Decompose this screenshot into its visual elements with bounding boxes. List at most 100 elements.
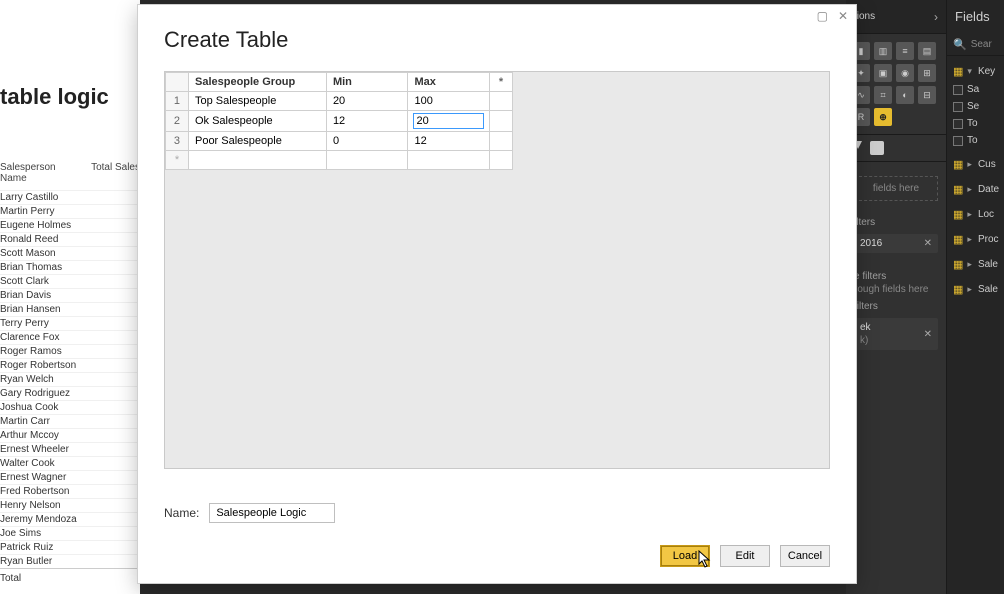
col-header-min[interactable]: Min xyxy=(326,73,408,92)
create-table-grid[interactable]: Salespeople Group Min Max * 1Top Salespe… xyxy=(165,72,513,170)
close-icon[interactable]: ✕ xyxy=(924,238,932,249)
sales-row: Brian Thomas xyxy=(0,260,140,274)
name-row: Name: xyxy=(164,503,335,523)
viz-type-icon[interactable]: ⊕ xyxy=(874,108,892,126)
sales-row: Ryan Welch xyxy=(0,372,140,386)
field-wells: fields here xyxy=(846,162,946,209)
fields-table[interactable]: ▸Sale xyxy=(947,280,1004,299)
sales-table: Salesperson Name Total Sales Larry Casti… xyxy=(0,160,140,584)
table-grid-area: Salespeople Group Min Max * 1Top Salespe… xyxy=(164,71,830,469)
viz-type-icon[interactable]: ◐ xyxy=(896,86,914,104)
sales-row: Jeremy Mendoza xyxy=(0,512,140,526)
sales-row: Roger Robertson xyxy=(0,358,140,372)
cell-min[interactable]: 20 xyxy=(326,92,408,111)
filter-pill[interactable]: ek k) ✕ xyxy=(854,318,938,350)
viz-type-icon[interactable]: ◉ xyxy=(896,64,914,82)
filter-pill[interactable]: 2016 ✕ xyxy=(854,234,938,253)
viz-type-icon[interactable]: ≡ xyxy=(896,42,914,60)
cell-max[interactable] xyxy=(408,111,490,132)
cell-group[interactable]: Poor Salespeople xyxy=(188,132,326,151)
cell-group[interactable]: Top Salespeople xyxy=(188,92,326,111)
sales-row: Larry Castillo xyxy=(0,190,140,204)
format-tab-icon[interactable] xyxy=(870,141,884,155)
row-number: 3 xyxy=(166,132,189,151)
load-button[interactable]: Load xyxy=(660,545,710,567)
table-name-input[interactable] xyxy=(209,503,335,523)
filters-section: ilters 2016 ✕ e filters rough fields her… xyxy=(846,209,946,358)
fields-column[interactable]: Sa xyxy=(947,81,1004,98)
sales-row: Ronald Reed xyxy=(0,232,140,246)
checkbox-icon[interactable] xyxy=(953,85,963,95)
dialog-title: Create Table xyxy=(164,27,288,53)
chevron-right-icon[interactable]: › xyxy=(934,0,946,34)
checkbox-icon[interactable] xyxy=(953,136,963,146)
sales-row: Martin Perry xyxy=(0,204,140,218)
filter-name: ek xyxy=(860,322,871,333)
cell-max[interactable]: 12 xyxy=(408,132,490,151)
drillthrough-hint: rough fields here xyxy=(854,284,938,295)
col-total-sales: Total Sales xyxy=(91,162,140,184)
viz-type-icon[interactable]: ⊟ xyxy=(918,86,936,104)
sales-table-header: Salesperson Name Total Sales xyxy=(0,160,140,190)
table-row[interactable]: 1Top Salespeople20100 xyxy=(166,92,513,111)
row-number: 2 xyxy=(166,111,189,132)
cancel-button[interactable]: Cancel xyxy=(780,545,830,567)
sales-total-row: Total xyxy=(0,568,140,584)
report-title: table logic xyxy=(0,84,109,110)
sales-row: Clarence Fox xyxy=(0,330,140,344)
fields-column[interactable]: To xyxy=(947,115,1004,132)
col-header-max[interactable]: Max xyxy=(408,73,490,92)
visualizations-gallery: ▮ ▥ ≡ ▤ ✦ ▣ ◉ ⊞ ∿ ⌗ ◐ ⊟ R ⊕ xyxy=(846,34,946,134)
report-filters-label: filters xyxy=(854,301,938,312)
close-icon[interactable]: ✕ xyxy=(838,9,848,23)
maximize-icon[interactable]: ▢ xyxy=(817,9,828,23)
viz-type-icon[interactable]: ⊞ xyxy=(918,64,936,82)
filter-detail: k) xyxy=(860,335,871,346)
cell-group[interactable]: Ok Salespeople xyxy=(188,111,326,132)
fields-column[interactable]: To xyxy=(947,132,1004,149)
sales-row: Roger Ramos xyxy=(0,344,140,358)
new-row[interactable]: * xyxy=(166,151,513,170)
fields-search[interactable]: 🔍 Sear xyxy=(947,34,1004,56)
sales-row: Scott Mason xyxy=(0,246,140,260)
fields-table[interactable]: ▸Date xyxy=(947,180,1004,199)
fields-title: Fields xyxy=(947,0,1004,34)
table-row[interactable]: 3Poor Salespeople012 xyxy=(166,132,513,151)
cell-editor[interactable] xyxy=(414,114,483,128)
search-placeholder: Sear xyxy=(971,39,992,50)
format-bar xyxy=(846,134,946,162)
edit-button[interactable]: Edit xyxy=(720,545,770,567)
fields-table[interactable]: ▸Proc xyxy=(947,230,1004,249)
col-header-group[interactable]: Salespeople Group xyxy=(188,73,326,92)
table-row[interactable]: 2Ok Salespeople12 xyxy=(166,111,513,132)
window-controls: ▢ ✕ xyxy=(817,9,848,23)
fields-table[interactable]: ▸Sale xyxy=(947,255,1004,274)
fields-column[interactable]: Se xyxy=(947,98,1004,115)
cell-min[interactable]: 0 xyxy=(326,132,408,151)
row-header-corner xyxy=(166,73,189,92)
sales-row: Ryan Butler xyxy=(0,554,140,568)
app-background: table logic Salesperson Name Total Sales… xyxy=(0,0,1004,594)
cell-min[interactable]: 12 xyxy=(326,111,408,132)
viz-type-icon[interactable]: ▥ xyxy=(874,42,892,60)
sales-row: Joshua Cook xyxy=(0,400,140,414)
sales-row: Joe Sims xyxy=(0,526,140,540)
cell-max[interactable]: 100 xyxy=(408,92,490,111)
fields-table[interactable]: ▾Key xyxy=(947,62,1004,81)
viz-type-icon[interactable]: ▤ xyxy=(918,42,936,60)
add-column-marker[interactable]: * xyxy=(489,73,512,92)
viz-type-icon[interactable]: ▣ xyxy=(874,64,892,82)
checkbox-icon[interactable] xyxy=(953,119,963,129)
sales-row: Patrick Ruiz xyxy=(0,540,140,554)
viz-type-icon[interactable]: ⌗ xyxy=(874,86,892,104)
sales-row: Arthur Mccoy xyxy=(0,428,140,442)
fields-table[interactable]: ▸Cus xyxy=(947,155,1004,174)
close-icon[interactable]: ✕ xyxy=(924,329,932,340)
sales-row: Henry Nelson xyxy=(0,498,140,512)
sales-row: Martin Carr xyxy=(0,414,140,428)
sales-row: Eugene Holmes xyxy=(0,218,140,232)
row-number: 1 xyxy=(166,92,189,111)
values-dropzone[interactable]: fields here xyxy=(854,176,938,201)
fields-table[interactable]: ▸Loc xyxy=(947,205,1004,224)
checkbox-icon[interactable] xyxy=(953,102,963,112)
